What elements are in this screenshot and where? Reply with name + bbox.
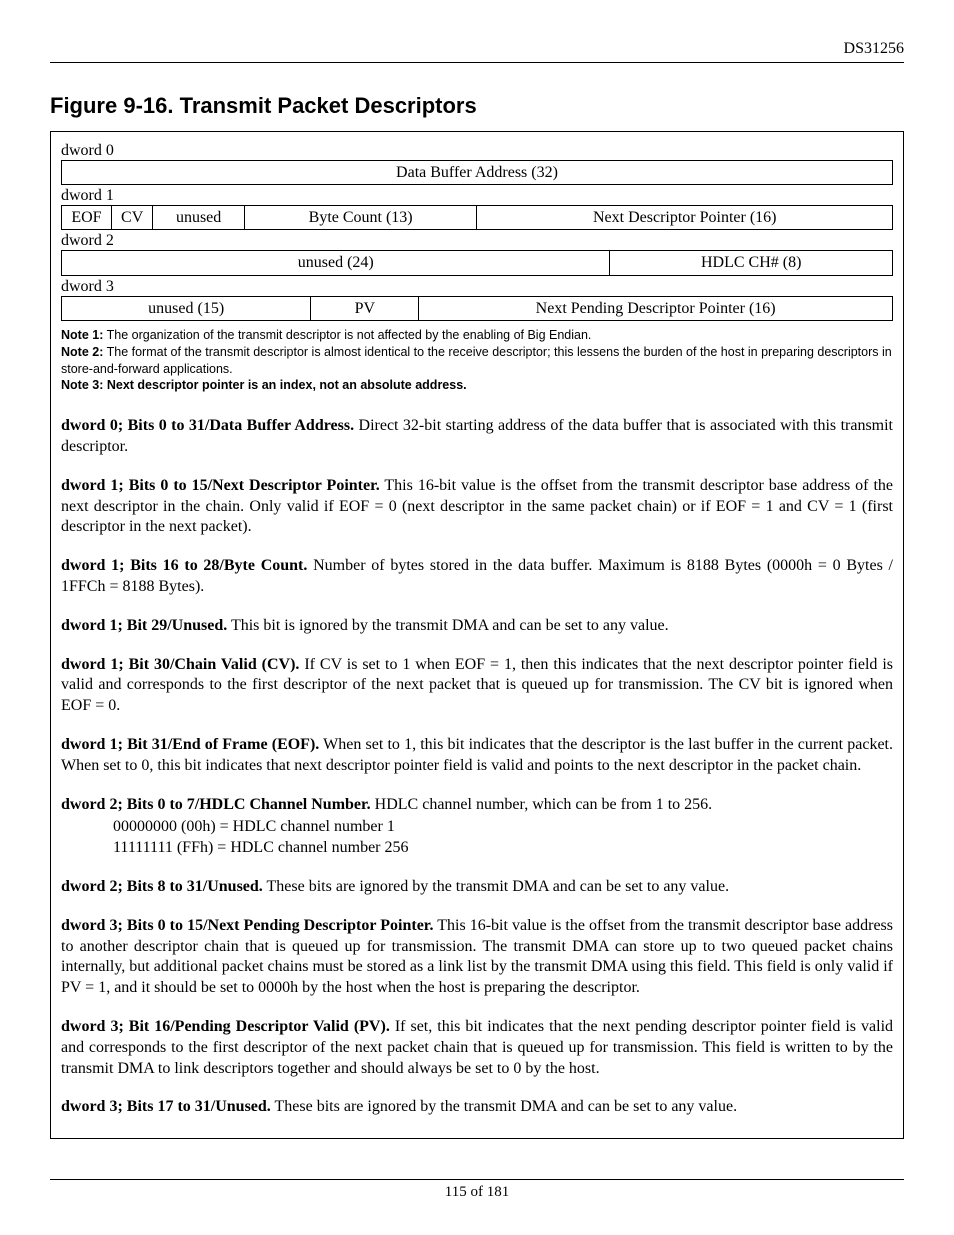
dword2-label: dword 2 <box>61 232 893 250</box>
dword0-label: dword 0 <box>61 142 893 160</box>
cell-eof: EOF <box>62 206 112 230</box>
cell-pv: PV <box>311 296 419 320</box>
page-footer: 115 of 181 <box>50 1179 904 1201</box>
p9-bold: dword 3; Bits 0 to 15/Next Pending Descr… <box>61 917 433 934</box>
figure-title: Figure 9-16. Transmit Packet Descriptors <box>50 93 904 119</box>
p3-bold: dword 1; Bits 16 to 28/Byte Count. <box>61 557 307 574</box>
note1-text: The organization of the transmit descrip… <box>103 328 591 342</box>
p5-bold: dword 1; Bit 30/Chain Valid (CV). <box>61 656 299 673</box>
cell-cv: CV <box>111 206 153 230</box>
dword3-row: unused (15) PV Next Pending Descriptor P… <box>61 296 893 321</box>
note2-text: The format of the transmit descriptor is… <box>61 345 892 376</box>
note3-text: Note 3: Next descriptor pointer is an in… <box>61 378 467 392</box>
dword0-row: Data Buffer Address (32) <box>61 160 893 185</box>
p4-text: This bit is ignored by the transmit DMA … <box>227 617 668 634</box>
p11-text: These bits are ignored by the transmit D… <box>271 1098 737 1115</box>
page-header: DS31256 <box>50 40 904 63</box>
p8-bold: dword 2; Bits 8 to 31/Unused. <box>61 878 263 895</box>
cell-data-buffer-address: Data Buffer Address (32) <box>62 161 893 185</box>
note2-label: Note 2: <box>61 345 103 359</box>
cell-next-pending-pointer: Next Pending Descriptor Pointer (16) <box>419 296 893 320</box>
p4-bold: dword 1; Bit 29/Unused. <box>61 617 227 634</box>
p10-bold: dword 3; Bit 16/Pending Descriptor Valid… <box>61 1018 390 1035</box>
p6-bold: dword 1; Bit 31/End of Frame (EOF). <box>61 736 319 753</box>
dword2-row: unused (24) HDLC CH# (8) <box>61 250 893 275</box>
cell-hdlc-ch: HDLC CH# (8) <box>610 251 893 275</box>
cell-unused15: unused (15) <box>62 296 311 320</box>
cell-byte-count: Byte Count (13) <box>244 206 477 230</box>
p7-text: HDLC channel number, which can be from 1… <box>371 796 713 813</box>
note1-label: Note 1: <box>61 328 103 342</box>
cell-next-descriptor-pointer: Next Descriptor Pointer (16) <box>477 206 893 230</box>
descriptions: dword 0; Bits 0 to 31/Data Buffer Addres… <box>61 416 893 1118</box>
p11-bold: dword 3; Bits 17 to 31/Unused. <box>61 1098 271 1115</box>
page-number: 115 of 181 <box>445 1184 509 1200</box>
cell-unused: unused <box>153 206 244 230</box>
dword3-label: dword 3 <box>61 278 893 296</box>
figure-box: dword 0 Data Buffer Address (32) dword 1… <box>50 131 904 1139</box>
p2-bold: dword 1; Bits 0 to 15/Next Descriptor Po… <box>61 477 380 494</box>
cell-unused24: unused (24) <box>62 251 610 275</box>
p7-bold: dword 2; Bits 0 to 7/HDLC Channel Number… <box>61 796 371 813</box>
notes-block: Note 1: The organization of the transmit… <box>61 327 893 395</box>
dword1-row: EOF CV unused Byte Count (13) Next Descr… <box>61 205 893 230</box>
dword1-label: dword 1 <box>61 187 893 205</box>
p8-text: These bits are ignored by the transmit D… <box>263 878 729 895</box>
p7-line2: 11111111 (FFh) = HDLC channel number 256 <box>113 838 893 859</box>
p1-bold: dword 0; Bits 0 to 31/Data Buffer Addres… <box>61 417 354 434</box>
doc-id: DS31256 <box>844 40 904 57</box>
p7-line1: 00000000 (00h) = HDLC channel number 1 <box>113 817 893 838</box>
